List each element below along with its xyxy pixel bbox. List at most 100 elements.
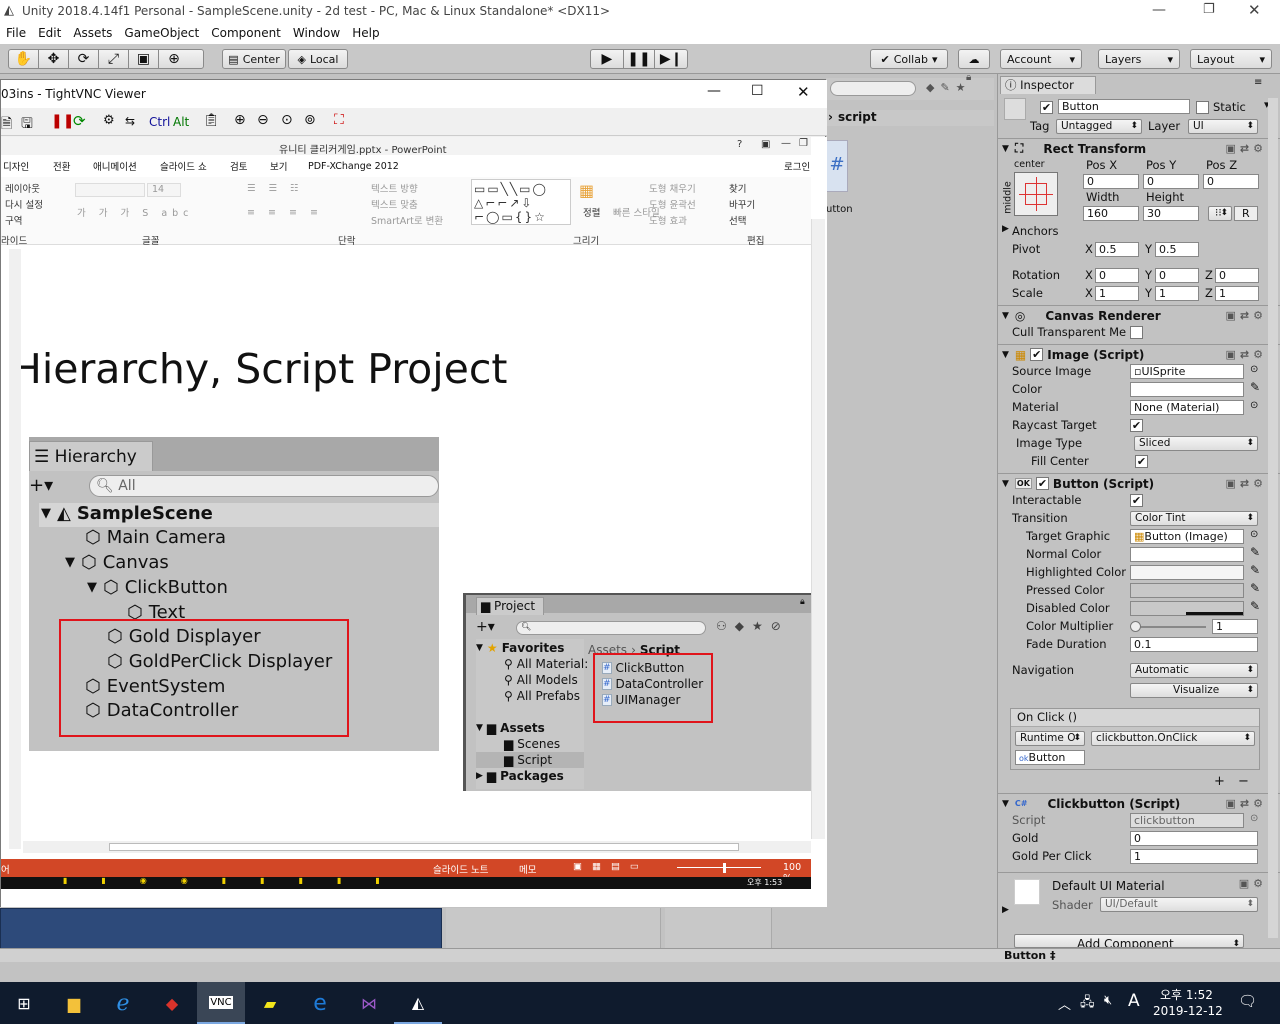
tray-chevron-icon[interactable]: ︿ <box>1058 994 1071 1013</box>
add-component-button[interactable]: Add Component <box>1014 934 1244 948</box>
ppt-font-format-icons[interactable]: 가 가 가 S abc <box>77 205 193 219</box>
ppt-layout-button[interactable]: 레이아웃 <box>5 181 40 195</box>
ppt-tab-slideshow[interactable]: 슬라이드 쇼 <box>160 159 230 173</box>
multiplier-field[interactable]: 1 <box>1212 619 1258 634</box>
ppt-restore-icon[interactable]: ❐ <box>799 138 808 149</box>
navigation-dropdown[interactable]: Automatic <box>1130 663 1258 678</box>
ppt-shape-fill[interactable]: 도형 채우기 <box>649 181 696 195</box>
vnc-alt-tab-icon[interactable]: ⇆ <box>125 114 135 128</box>
ppt-help-icon[interactable]: ? <box>737 139 742 150</box>
ppt-tab-review[interactable]: 검토 <box>230 159 270 173</box>
foldout-arrow-icon[interactable]: ▼ <box>1002 350 1009 360</box>
source-image-field[interactable]: ▫UISprite <box>1130 364 1244 379</box>
ppt-shape-effects[interactable]: 도형 효과 <box>649 213 687 227</box>
project-search-field[interactable] <box>830 81 916 96</box>
color-field[interactable] <box>1130 382 1244 397</box>
ppt-login[interactable]: 로그인 <box>784 159 810 173</box>
pause-icon[interactable]: ❚❚ <box>624 49 656 69</box>
taskbar-visual-studio[interactable]: ⋈ <box>345 982 393 1024</box>
menu-gameobject[interactable]: GameObject <box>124 26 199 40</box>
layer-dropdown[interactable]: UI <box>1188 119 1258 134</box>
ppt-notes-button[interactable]: 슬라이드 노트 <box>433 862 488 876</box>
rotation-y-field[interactable]: 0 <box>1155 268 1199 283</box>
layout-dropdown[interactable]: Layout ▾ <box>1190 49 1272 69</box>
ppt-hscroll-thumb[interactable] <box>109 843 739 851</box>
taskbar-edge[interactable]: e <box>296 982 344 1024</box>
raw-edit-button[interactable]: R <box>1234 206 1258 221</box>
ppt-reset-button[interactable]: 다시 설정 <box>5 197 43 211</box>
vnc-zoom-out-icon[interactable]: ⊖ <box>257 112 269 128</box>
vnc-fullscreen-icon[interactable]: ⛶ <box>334 112 344 128</box>
start-button[interactable]: ⊞ <box>0 982 48 1024</box>
ppt-tab-view[interactable]: 보기 <box>270 159 308 173</box>
interactable-checkbox[interactable]: ✔ <box>1130 494 1143 507</box>
rotation-x-field[interactable]: 0 <box>1095 268 1139 283</box>
transition-dropdown[interactable]: Color Tint <box>1130 511 1258 526</box>
vnc-maximize-icon[interactable]: ☐ <box>751 83 764 99</box>
ppt-zoom-thumb[interactable] <box>723 863 726 873</box>
cull-checkbox[interactable] <box>1130 326 1143 339</box>
vnc-alt-button[interactable]: Alt <box>173 115 189 129</box>
visualize-button[interactable]: Visualize <box>1130 683 1258 698</box>
anchors-label[interactable]: Anchors <box>1012 224 1059 238</box>
posx-field[interactable]: 0 <box>1083 174 1139 189</box>
eyedropper-icon[interactable]: ✎ <box>1250 599 1260 613</box>
target-graphic-field[interactable]: ▦Button (Image) <box>1130 529 1244 544</box>
menu-file[interactable]: File <box>6 26 26 40</box>
static-checkbox[interactable] <box>1196 101 1209 114</box>
ppt-section-button[interactable]: 구역 <box>5 213 22 227</box>
pivot-x-field[interactable]: 0.5 <box>1095 242 1139 257</box>
width-field[interactable]: 160 <box>1083 206 1139 221</box>
ppt-view-icons[interactable]: ▣▦▤▭ <box>573 861 649 872</box>
filter-icons[interactable]: ◆✎★ <box>926 81 972 94</box>
eyedropper-icon[interactable]: ✎ <box>1250 545 1260 559</box>
menu-component[interactable]: Component <box>211 26 281 40</box>
taskbar-tightvnc[interactable]: VNC <box>197 982 245 1024</box>
ppt-horizontal-scrollbar[interactable] <box>23 841 811 853</box>
scale-y-field[interactable]: 1 <box>1155 286 1199 301</box>
cloud-button[interactable]: ☁ <box>958 49 990 69</box>
ppt-shape-outline[interactable]: 도형 윤곽선 <box>649 197 696 211</box>
vnc-zoom-fit-icon[interactable]: ⊚ <box>304 112 316 128</box>
posz-field[interactable]: 0 <box>1203 174 1259 189</box>
shader-dropdown[interactable]: UI/Default <box>1100 897 1258 912</box>
ppt-vertical-scrollbar[interactable] <box>811 219 825 839</box>
add-event-button[interactable]: + <box>1214 774 1225 789</box>
rect-tool-icon[interactable]: ▣ <box>129 49 159 69</box>
pivot-local-button[interactable]: ◈ Local <box>288 49 348 69</box>
clock-time[interactable]: 오후 1:52 <box>1160 986 1213 1003</box>
tag-dropdown[interactable]: Untagged <box>1056 119 1142 134</box>
material-field[interactable]: None (Material) <box>1130 400 1244 415</box>
menu-window[interactable]: Window <box>293 26 340 40</box>
canvas-renderer-header[interactable]: ▼ ◎ Canvas Renderer ▣⇄⚙ <box>998 305 1280 325</box>
vnc-zoom-in-icon[interactable]: ⊕ <box>234 112 246 128</box>
object-name-field[interactable]: Button <box>1058 99 1190 114</box>
anchor-preset-button[interactable] <box>1014 172 1058 216</box>
inspector-scrollbar[interactable] <box>1268 98 1278 938</box>
pivot-center-button[interactable]: ▤ Center <box>222 49 286 69</box>
taskbar-sticky-notes[interactable]: ▰ <box>246 982 294 1024</box>
menu-help[interactable]: Help <box>352 26 379 40</box>
step-icon[interactable]: ▶❙ <box>655 49 687 69</box>
button-enabled-checkbox[interactable]: ✔ <box>1035 477 1049 490</box>
ppt-tab-pdfxchange[interactable]: PDF-XChange 2012 <box>308 161 428 172</box>
vnc-pause-icon[interactable]: ❚❚ <box>51 113 74 129</box>
gold-per-click-field[interactable]: 1 <box>1130 849 1258 864</box>
multiplier-slider[interactable] <box>1134 626 1206 628</box>
raycast-checkbox[interactable]: ✔ <box>1130 419 1143 432</box>
clickbutton-script-header[interactable]: ▼ C# Clickbutton (Script) ▣⇄⚙ <box>998 793 1280 813</box>
rotate-tool-icon[interactable]: ⟳ <box>69 49 99 69</box>
transform-tool-icon[interactable]: ⊕ <box>159 49 189 69</box>
collab-button[interactable]: ✔ Collab ▾ <box>870 49 948 69</box>
vnc-clipboard-icon[interactable]: 📋︎ <box>203 113 220 128</box>
foldout-arrow-icon[interactable]: ▼ <box>1002 144 1009 154</box>
taskbar-ie[interactable]: ℯ <box>99 982 147 1024</box>
account-dropdown[interactable]: Account ▾ <box>1000 49 1082 69</box>
ppt-minimize-icon[interactable]: — <box>781 138 791 149</box>
minimize-icon[interactable]: — <box>1152 2 1166 18</box>
height-field[interactable]: 30 <box>1143 206 1199 221</box>
notification-icon[interactable]: 🗨︎ <box>1238 992 1257 1010</box>
vnc-minimize-icon[interactable]: — <box>707 83 721 99</box>
ppt-tab-transitions[interactable]: 전환 <box>53 159 93 173</box>
ppt-zoom-slider[interactable] <box>677 867 761 868</box>
